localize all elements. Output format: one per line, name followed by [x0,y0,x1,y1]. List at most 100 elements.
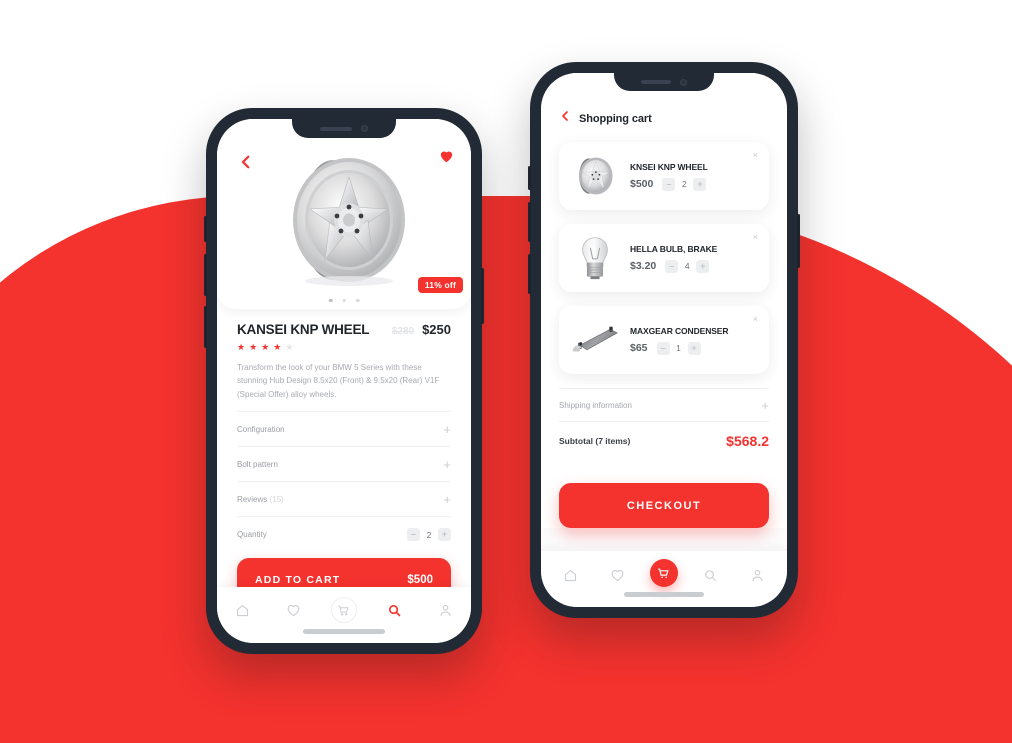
home-icon [564,569,576,581]
favorite-button[interactable] [439,149,454,168]
expand-icon[interactable]: + [761,399,769,412]
cart-item-stepper[interactable]: – 2 + [662,177,707,191]
quantity-decrement-button[interactable]: – [662,177,676,191]
cart-item[interactable]: HELLA BULB, BRAKE $3.20 – 4 + × [559,224,769,292]
cart-item[interactable]: KNSEI KNP WHEEL $500 – 2 + × [559,142,769,210]
bottom-tabbar [217,587,471,643]
cart-item-stepper[interactable]: – 4 + [665,259,710,273]
carousel-dot[interactable] [342,298,346,302]
phone-notch [292,119,396,138]
tab-search[interactable] [380,599,410,621]
cart-item-price: $3.20 [630,260,657,272]
tab-search[interactable] [696,564,726,586]
add-to-cart-label: ADD TO CART [255,574,341,587]
checkout-button[interactable]: CHECKOUT [559,483,769,528]
cart-item-price: $500 [630,178,654,190]
product-screen: 11% off KANSEI KNP WHEEL $280 $250 ★ ★ ★… [217,119,471,643]
cart-item-name: KNSEI KNP WHEEL [630,161,708,172]
canvas: 11% off KANSEI KNP WHEEL $280 $250 ★ ★ ★… [0,0,1012,743]
cart-item-list: KNSEI KNP WHEEL $500 – 2 + × HELLA BULB,… [541,136,787,388]
cart-item-info: KNSEI KNP WHEEL $500 – 2 + [630,162,757,191]
remove-item-button[interactable]: × [753,151,758,160]
phone-notch [614,73,714,91]
quantity-row: Quantity – 2 + [237,516,451,550]
chevron-left-icon [241,155,250,169]
carousel-dot[interactable] [328,298,333,302]
star-icon: ★ [273,342,282,352]
bulb-thumb-icon [582,237,608,280]
quantity-increment-button[interactable]: + [687,341,701,355]
tab-cart[interactable] [329,597,359,623]
quantity-decrement-button[interactable]: – [407,528,420,542]
search-icon [389,604,401,616]
star-icon: ★ [285,342,294,352]
cart-content: Shopping cart KNSEI KNP WHEEL $500 – 2 +… [541,73,787,607]
speaker-grille [641,80,671,84]
heart-outline-icon [611,569,624,582]
quantity-increment-button[interactable]: + [438,528,451,542]
cart-fab[interactable] [649,559,678,587]
star-icon: ★ [237,342,246,352]
price-current: $250 [422,322,451,337]
phone-side-button-power [481,268,484,324]
product-info: KANSEI KNP WHEEL $280 $250 ★ ★ ★ ★ ★ Tra… [217,309,471,603]
cart-icon [658,568,670,578]
phone-side-button-volume-down [204,254,207,296]
quantity-increment-button[interactable]: + [696,259,710,273]
speaker-grille [320,126,352,131]
cart-item-thumbnail [571,316,619,364]
tab-profile[interactable] [743,564,773,586]
cart-item-price: $65 [630,342,648,354]
tab-home[interactable] [227,599,257,621]
expand-icon[interactable]: + [443,423,451,436]
subtotal-row: Subtotal (7 items) $568.2 [559,422,769,449]
cart-item-stepper[interactable]: – 1 + [656,341,701,355]
carousel-dot[interactable] [355,298,360,302]
cart-item-thumbnail [571,152,619,200]
back-button[interactable] [559,109,571,128]
remove-item-button[interactable]: × [753,315,758,324]
carousel-dots[interactable] [328,298,360,302]
expand-icon[interactable]: + [443,458,451,471]
rating-stars: ★ ★ ★ ★ ★ [237,343,451,352]
price-group: $280 $250 [392,322,451,337]
tab-favorites[interactable] [278,599,308,621]
quantity-decrement-button[interactable]: – [665,259,679,273]
cart-item-price-qty: $500 – 2 + [630,177,757,191]
tab-favorites[interactable] [602,564,632,586]
phone-shopping-cart: Shopping cart KNSEI KNP WHEEL $500 – 2 +… [528,62,800,618]
cart-item-name: HELLA BULB, BRAKE [630,243,718,254]
phone-side-button-volume-down [528,202,531,242]
shipping-information-row[interactable]: Shipping information + [559,388,769,422]
product-image [293,158,405,286]
user-icon [440,604,451,616]
tab-home[interactable] [555,564,585,586]
phone-side-button-power [797,214,800,268]
back-button[interactable] [237,153,255,171]
phone-side-button-mute [204,306,207,348]
cart-item-name: MAXGEAR CONDENSER [630,325,729,336]
quantity-stepper[interactable]: – 2 + [407,528,451,542]
home-indicator [624,592,704,597]
quantity-decrement-button[interactable]: – [656,341,670,355]
expand-icon[interactable]: + [443,493,451,506]
discount-badge: 11% off [417,277,463,293]
accordion-bolt-pattern[interactable]: Bolt pattern + [237,446,451,481]
accordion-reviews[interactable]: Reviews (15) + [237,481,451,516]
tab-cart[interactable] [649,559,679,587]
tab-profile[interactable] [431,599,461,621]
quantity-increment-button[interactable]: + [693,177,707,191]
remove-item-button[interactable]: × [753,233,758,242]
price-original: $280 [391,326,415,337]
add-to-cart-price: $500 [407,574,433,587]
title-price-row: KANSEI KNP WHEEL $280 $250 [237,322,451,337]
page-title: Shopping cart [579,112,652,125]
cart-item-info: HELLA BULB, BRAKE $3.20 – 4 + [630,244,757,273]
cart-summary: Shipping information + Subtotal (7 items… [541,388,787,528]
accordion-configuration[interactable]: Configuration + [237,411,451,446]
user-icon [752,569,763,581]
cart-item[interactable]: MAXGEAR CONDENSER $65 – 1 + × [559,306,769,374]
accordion-label: Bolt pattern [237,460,278,470]
home-icon [236,604,248,616]
front-camera [361,125,368,132]
